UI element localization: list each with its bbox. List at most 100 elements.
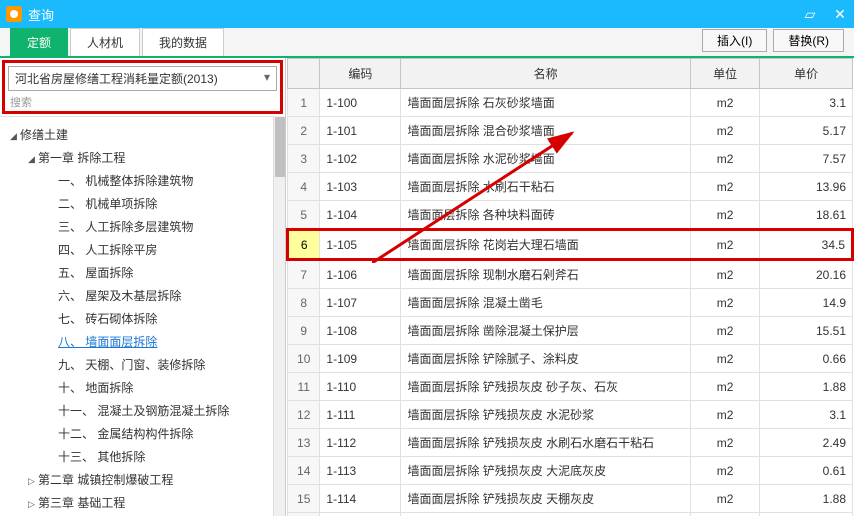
cell-price: 14.9	[760, 289, 853, 317]
table-row[interactable]: 31-102墙面面层拆除 水泥砂浆墙面m27.57	[288, 145, 853, 173]
cell-name: 墙面面层拆除 现制水磨石剁斧石	[401, 260, 690, 289]
tab-quota[interactable]: 定额	[10, 28, 68, 56]
col-unit[interactable]: 单位	[690, 59, 759, 89]
table-row[interactable]: 81-107墙面面层拆除 混凝土凿毛m214.9	[288, 289, 853, 317]
row-index: 15	[288, 485, 320, 513]
row-index: 7	[288, 260, 320, 289]
col-code[interactable]: 编码	[320, 59, 401, 89]
cell-price: 18.61	[760, 201, 853, 230]
cell-code: 1-114	[320, 485, 401, 513]
table-row[interactable]: 61-105墙面面层拆除 花岗岩大理石墙面m234.5	[288, 230, 853, 260]
table-row[interactable]: 101-109墙面面层拆除 铲除腻子、涂料皮m20.66	[288, 345, 853, 373]
row-index: 12	[288, 401, 320, 429]
tree-node-ch1[interactable]: ◢第一章 拆除工程	[2, 146, 283, 169]
table-row[interactable]: 71-106墙面面层拆除 现制水磨石剁斧石m220.16	[288, 260, 853, 289]
table-row[interactable]: 21-101墙面面层拆除 混合砂浆墙面m25.17	[288, 117, 853, 145]
table-row[interactable]: 51-104墙面面层拆除 各种块料面砖m218.61	[288, 201, 853, 230]
insert-button[interactable]: 插入(I)	[702, 29, 767, 52]
cell-price: 7.57	[760, 145, 853, 173]
cell-unit: m2	[690, 317, 759, 345]
cell-name: 墙面面层拆除 水刷石干粘石	[401, 173, 690, 201]
table-row[interactable]: 131-112墙面面层拆除 铲残损灰皮 水刷石水磨石干粘石m22.49	[288, 429, 853, 457]
search-hint[interactable]: 搜索	[8, 94, 277, 110]
row-index: 5	[288, 201, 320, 230]
cell-unit: m2	[690, 89, 759, 117]
tree-node-ch2[interactable]: ▷第二章 城镇控制爆破工程	[2, 468, 283, 491]
tree-node-ch3[interactable]: ▷第三章 基础工程	[2, 491, 283, 514]
tree-node-root[interactable]: ◢修缮土建	[2, 123, 283, 146]
cell-unit: m2	[690, 485, 759, 513]
tree-leaf[interactable]: 七、 砖石砌体拆除	[2, 307, 283, 330]
cell-price: 20.16	[760, 260, 853, 289]
quota-dropdown[interactable]: 河北省房屋修缮工程消耗量定额(2013)	[8, 66, 277, 91]
tree-scrollbar[interactable]	[273, 116, 285, 516]
chevron-down-icon: ◢	[10, 131, 20, 142]
tree-leaf[interactable]: 九、 天棚、门窗、装修拆除	[2, 353, 283, 376]
cell-name: 墙面面层拆除 铲残损灰皮 水刷石水磨石干粘石	[401, 429, 690, 457]
table-row[interactable]: 141-113墙面面层拆除 铲残损灰皮 大泥底灰皮m20.61	[288, 457, 853, 485]
cell-unit: m2	[690, 373, 759, 401]
row-index: 6	[288, 230, 320, 260]
tree-leaf[interactable]: 十三、 其他拆除	[2, 445, 283, 468]
row-index: 9	[288, 317, 320, 345]
cell-name: 墙面面层拆除 混合砂浆墙面	[401, 117, 690, 145]
table-row[interactable]: 11-100墙面面层拆除 石灰砂浆墙面m23.1	[288, 89, 853, 117]
tree-leaf[interactable]: 十二、 金属结构构件拆除	[2, 422, 283, 445]
cell-price: 3.1	[760, 401, 853, 429]
tree-leaf[interactable]: 一、 机械整体拆除建筑物	[2, 169, 283, 192]
minimize-button[interactable]: ▱	[802, 6, 818, 23]
row-index: 16	[288, 513, 320, 516]
cell-unit: m2	[690, 260, 759, 289]
quota-dropdown-highlight: 河北省房屋修缮工程消耗量定额(2013) 搜索	[2, 60, 283, 114]
tab-mydata[interactable]: 我的数据	[142, 28, 224, 56]
col-name[interactable]: 名称	[401, 59, 690, 89]
row-index: 10	[288, 345, 320, 373]
cell-unit: m2	[690, 173, 759, 201]
tree-leaf[interactable]: 十、 地面拆除	[2, 376, 283, 399]
table-row[interactable]: 121-111墙面面层拆除 铲残损灰皮 水泥砂浆m23.1	[288, 401, 853, 429]
table-row[interactable]: 41-103墙面面层拆除 水刷石干粘石m213.96	[288, 173, 853, 201]
cell-name: 墙面面层拆除 铲除腻子、涂料皮	[401, 345, 690, 373]
tree-leaf[interactable]: 十一、 混凝土及钢筋混凝土拆除	[2, 399, 283, 422]
cell-price: 3.1	[760, 89, 853, 117]
cell-price: 1.88	[760, 485, 853, 513]
table-row[interactable]: 111-110墙面面层拆除 铲残损灰皮 砂子灰、石灰m21.88	[288, 373, 853, 401]
cell-name: 墙面面层拆除 石灰砂浆墙面	[401, 89, 690, 117]
cell-price: 34.5	[760, 230, 853, 260]
cell-code: 1-109	[320, 345, 401, 373]
tree: ◢修缮土建 ◢第一章 拆除工程 一、 机械整体拆除建筑物 二、 机械单项拆除 三…	[0, 116, 285, 516]
right-panel: 编码 名称 单位 单价 11-100墙面面层拆除 石灰砂浆墙面m23.121-1…	[286, 58, 854, 516]
tree-leaf-selected[interactable]: 八、 墙面面层拆除	[2, 330, 283, 353]
cell-price: 5.17	[760, 117, 853, 145]
tab-labor[interactable]: 人材机	[70, 28, 140, 56]
cell-name: 墙面面层拆除 铲除油皮 墙面抹灰面	[401, 513, 690, 516]
table-row[interactable]: 151-114墙面面层拆除 铲残损灰皮 天棚灰皮m21.88	[288, 485, 853, 513]
grid-header-row: 编码 名称 单位 单价	[288, 59, 853, 89]
tree-leaf[interactable]: 五、 屋面拆除	[2, 261, 283, 284]
cell-price: 2.49	[760, 429, 853, 457]
tree-leaf[interactable]: 六、 屋架及木基层拆除	[2, 284, 283, 307]
col-price[interactable]: 单价	[760, 59, 853, 89]
cell-code: 1-100	[320, 89, 401, 117]
cell-name: 墙面面层拆除 混凝土凿毛	[401, 289, 690, 317]
cell-code: 1-108	[320, 317, 401, 345]
cell-name: 墙面面层拆除 铲残损灰皮 砂子灰、石灰	[401, 373, 690, 401]
cell-price: 1.88	[760, 373, 853, 401]
tree-leaf[interactable]: 四、 人工拆除平房	[2, 238, 283, 261]
tree-leaf[interactable]: 二、 机械单项拆除	[2, 192, 283, 215]
table-row[interactable]: 91-108墙面面层拆除 凿除混凝土保护层m215.51	[288, 317, 853, 345]
titlebar: 查询 ▱ ✕	[0, 0, 854, 28]
cell-unit: m2	[690, 429, 759, 457]
cell-code: 1-102	[320, 145, 401, 173]
left-panel: 河北省房屋修缮工程消耗量定额(2013) 搜索 ◢修缮土建 ◢第一章 拆除工程 …	[0, 58, 286, 516]
close-button[interactable]: ✕	[832, 6, 848, 23]
cell-name: 墙面面层拆除 水泥砂浆墙面	[401, 145, 690, 173]
chevron-right-icon: ▷	[28, 499, 38, 510]
tree-leaf[interactable]: 三、 人工拆除多层建筑物	[2, 215, 283, 238]
table-row[interactable]: 161-115墙面面层拆除 铲除油皮 墙面抹灰面m21.74	[288, 513, 853, 516]
cell-price: 0.61	[760, 457, 853, 485]
replace-button[interactable]: 替换(R)	[773, 29, 844, 52]
cell-name: 墙面面层拆除 花岗岩大理石墙面	[401, 230, 690, 260]
cell-unit: m2	[690, 145, 759, 173]
cell-name: 墙面面层拆除 铲残损灰皮 水泥砂浆	[401, 401, 690, 429]
